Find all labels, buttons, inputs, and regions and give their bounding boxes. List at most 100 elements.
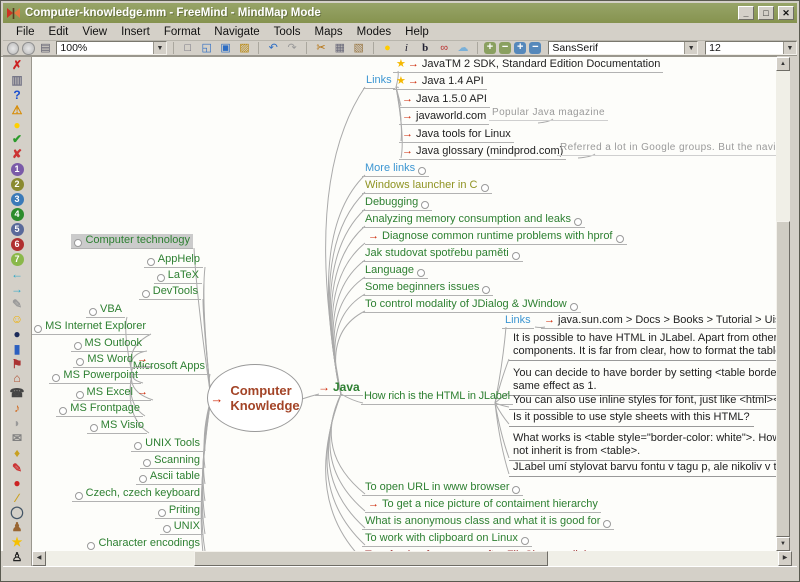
node-java15-api[interactable]: →Java 1.5.0 API (399, 93, 490, 108)
menu-file[interactable]: File (9, 24, 42, 40)
idea-icon[interactable]: ● (10, 118, 25, 133)
font-family-combobox[interactable]: SansSerif▼ (548, 41, 698, 55)
node-html-in-jlabel-text[interactable]: It is possible to have HTML in JLabel. A… (509, 332, 777, 361)
minimize-button[interactable]: _ (738, 6, 754, 20)
redo-button[interactable]: ↷ (284, 42, 300, 55)
node-table-border-text[interactable]: You can decide to have border by setting… (509, 367, 777, 396)
previous-map-button[interactable] (7, 42, 19, 55)
node-how-rich-html[interactable]: How rich is the HTML in JLabel (361, 390, 513, 405)
node-clipboard-linux[interactable]: To work with clipboard on Linux (362, 532, 532, 547)
delete-icon[interactable]: ✗ (10, 58, 25, 73)
undo-button[interactable]: ↶ (265, 42, 281, 55)
pencil-icon[interactable]: ✎ (10, 461, 25, 476)
node-links[interactable]: Links (363, 74, 395, 89)
node-java-sdk-doc[interactable]: ★→JavaTM 2 SDK, Standard Edition Documen… (393, 58, 663, 73)
save-as-button[interactable]: ▨ (236, 42, 252, 55)
node-javaworld[interactable]: →javaworld.com (399, 110, 489, 125)
scroll-left-button[interactable]: ◀ (32, 551, 46, 566)
scroll-right-button[interactable]: ▶ (778, 551, 792, 566)
home-icon[interactable]: ⌂ (10, 371, 25, 386)
vertical-scrollbar[interactable]: ▲ ▼ (776, 57, 790, 551)
root-node[interactable]: → ComputerKnowledge (207, 364, 303, 432)
node-ascii-table[interactable]: Ascii table (136, 470, 203, 485)
note-javaworld[interactable]: Popular Java magazine (489, 106, 608, 121)
wizard-icon[interactable]: ∕ (10, 491, 25, 506)
horizontal-scroll-thumb[interactable] (194, 551, 548, 566)
star-icon[interactable]: ★ (10, 535, 25, 550)
new-parent-node-button[interactable]: + (484, 42, 496, 54)
menu-tools[interactable]: Tools (267, 24, 308, 40)
node-ms-frontpage[interactable]: MS Frontpage (56, 402, 143, 417)
mail-icon[interactable]: ✉ (10, 431, 25, 446)
number-3-icon[interactable]: 3 (11, 193, 24, 206)
penguin-icon[interactable]: ♙ (10, 550, 25, 565)
node-containment-hierarchy[interactable]: →To get a nice picture of contaiment hie… (365, 498, 601, 513)
number-5-icon[interactable]: 5 (11, 223, 24, 236)
smiley-icon[interactable]: ☺ (10, 312, 25, 327)
new-child-node-button[interactable]: + (514, 42, 526, 54)
menu-maps[interactable]: Maps (308, 24, 350, 40)
node-java-glossary[interactable]: →Java glossary (mindprod.com) (399, 145, 566, 160)
node-ms-word[interactable]: MS Word→ (73, 353, 151, 368)
node-vba[interactable]: VBA (86, 303, 125, 318)
font-size-combobox[interactable]: 12▼ (705, 41, 797, 55)
attach-icon[interactable]: ✎ (10, 297, 25, 312)
node-computer-technology[interactable]: Computer technology (71, 234, 193, 249)
menu-edit[interactable]: Edit (42, 24, 76, 40)
node-memory-leaks[interactable]: Analyzing memory consumption and leaks (362, 213, 585, 228)
node-ms-powerpoint[interactable]: MS Powerpoint (49, 369, 141, 384)
remove-child-node-button[interactable]: − (529, 42, 541, 54)
node-priting[interactable]: Priting (155, 504, 203, 519)
phone-icon[interactable]: ☎ (10, 386, 25, 401)
node-devtools[interactable]: DevTools (139, 285, 201, 300)
node-sun-breadcrumb[interactable]: →java.sun.com > Docs > Books > Tutorial … (541, 314, 777, 329)
bookmark-icon[interactable]: ▮ (10, 342, 25, 357)
zoom-combobox[interactable]: 100%▼ (56, 41, 167, 55)
menu-help[interactable]: Help (398, 24, 436, 40)
number-1-icon[interactable]: 1 (11, 163, 24, 176)
mouse-icon[interactable]: ◗ (10, 416, 25, 431)
chevron-down-icon[interactable]: ▼ (684, 42, 697, 54)
magnifier-icon[interactable]: ◯ (10, 505, 25, 520)
chevron-down-icon[interactable]: ▼ (783, 42, 796, 54)
node-modality[interactable]: To control modality of JDialog & JWindow (362, 298, 581, 313)
node-java14-api[interactable]: ★→Java 1.4 API (393, 75, 487, 90)
node-more-links[interactable]: More links (362, 162, 429, 177)
node-style-sheets-question[interactable]: Is it possible to use style sheets with … (509, 411, 754, 427)
number-2-icon[interactable]: 2 (11, 178, 24, 191)
forward-icon[interactable]: → (10, 282, 25, 297)
node-unix-tools[interactable]: UNIX Tools (131, 437, 203, 452)
node-debugging[interactable]: Debugging (362, 196, 432, 211)
node-unix[interactable]: UNIX (160, 520, 203, 535)
link-button[interactable]: ∞ (436, 42, 452, 55)
node-anonymous-class[interactable]: What is anonymous class and what it is g… (362, 515, 614, 530)
open-map-button[interactable]: ◱ (199, 42, 215, 55)
number-4-icon[interactable]: 4 (11, 208, 24, 221)
print-button[interactable]: ▤ (38, 42, 54, 55)
node-inline-styles-text[interactable]: You can also use inline styles for font,… (509, 394, 777, 410)
help-icon[interactable]: ? (10, 88, 25, 103)
male-icon[interactable]: ♟ (10, 520, 25, 535)
cut-button[interactable]: ✂ (313, 42, 329, 55)
scroll-up-button[interactable]: ▲ (776, 57, 790, 71)
node-java-tools-linux[interactable]: →Java tools for Linux (399, 128, 514, 143)
back-icon[interactable]: ← (10, 267, 25, 282)
copy-button[interactable]: ▦ (332, 42, 348, 55)
node-open-url[interactable]: To open URL in www browser (362, 481, 523, 496)
bomb-icon[interactable]: ● (10, 327, 25, 342)
italic-button[interactable]: i (398, 42, 414, 55)
paste-button[interactable]: ▧ (351, 42, 367, 55)
close-button[interactable]: ✕ (778, 6, 794, 20)
menu-format[interactable]: Format (157, 24, 207, 40)
save-button[interactable]: ▣ (218, 42, 234, 55)
menu-insert[interactable]: Insert (114, 24, 157, 40)
node-hprof[interactable]: →Diagnose common runtime problems with h… (365, 230, 627, 245)
key-icon[interactable]: ♦ (10, 446, 25, 461)
idea-icon-button[interactable]: ● (380, 42, 396, 55)
node-jak-studovat[interactable]: Jak studovat spotřebu paměti (362, 247, 523, 262)
ok-icon[interactable]: ✔ (10, 132, 25, 147)
menu-navigate[interactable]: Navigate (207, 24, 266, 40)
note-java-glossary[interactable]: Referred a lot in Google groups. But the… (557, 141, 777, 156)
menu-modes[interactable]: Modes (350, 24, 399, 40)
node-ms-outlook[interactable]: MS Outlook (71, 337, 145, 352)
